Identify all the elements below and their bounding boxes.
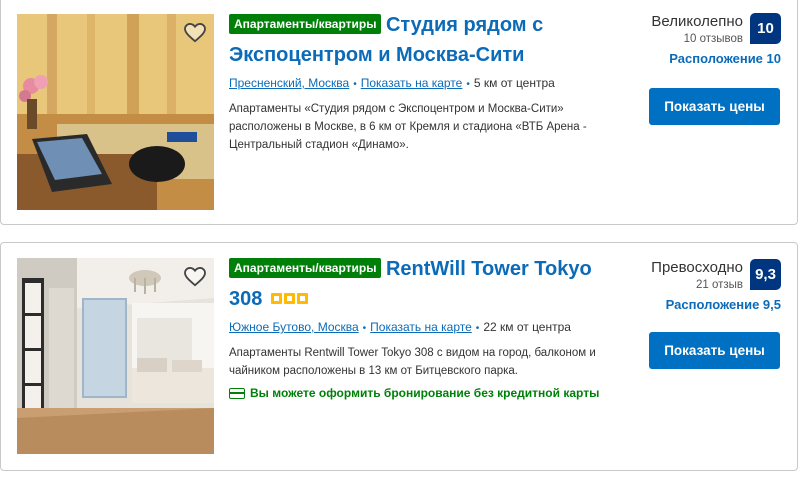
heart-icon bbox=[184, 23, 206, 43]
score-badge: 10 bbox=[750, 13, 781, 44]
separator-dot: • bbox=[466, 79, 470, 90]
show-on-map-link[interactable]: Показать на карте bbox=[361, 76, 463, 90]
listing-description: Апартаменты Rentwill Tower Tokyo 308 с в… bbox=[229, 347, 596, 377]
location-score: Расположение 9,5 bbox=[665, 297, 781, 312]
rating-word: Превосходно bbox=[651, 259, 743, 276]
star-icon bbox=[296, 293, 308, 304]
rating-text: Превосходно 21 отзыв bbox=[651, 259, 743, 293]
score-badge: 9,3 bbox=[750, 259, 781, 290]
property-type-badge: Апартаменты/квартиры bbox=[229, 258, 382, 278]
district-link[interactable]: Южное Бутово, Москва bbox=[229, 320, 359, 334]
distance-text: 22 км от центра bbox=[483, 320, 571, 334]
title-line: Апартаменты/квартиры RentWill Tower Toky… bbox=[229, 255, 619, 315]
listing-photo[interactable] bbox=[17, 258, 214, 454]
show-prices-button[interactable]: Показать цены bbox=[649, 88, 780, 125]
review-count: 21 отзыв bbox=[695, 279, 743, 291]
listing-description: Апартаменты «Студия рядом с Экспоцентром… bbox=[229, 103, 587, 151]
location-line: Пресненский, Москва • Показать на карте • 5 … bbox=[229, 76, 619, 90]
favorite-button[interactable] bbox=[182, 20, 208, 46]
star-icon bbox=[283, 293, 295, 304]
star-icon bbox=[270, 293, 282, 304]
heart-icon bbox=[184, 267, 206, 287]
distance-text: 5 км от центра bbox=[473, 76, 555, 90]
location-line: Южное Бутово, Москва • Показать на карте • 2… bbox=[229, 320, 619, 334]
separator-dot: • bbox=[362, 323, 367, 334]
review-score-row: Великолепно 10 отзывов 10 bbox=[651, 13, 781, 47]
review-score-block[interactable]: Великолепно 10 отзывов 10 Расположение 1… bbox=[651, 13, 781, 66]
no-credit-card-notice: Вы можете оформить бронирование без кред… bbox=[229, 386, 619, 400]
listing-card: Апартаменты/квартиры RentWill Tower Toky… bbox=[0, 242, 798, 471]
rating-text: Великолепно 10 отзывов bbox=[651, 13, 743, 47]
review-count: 10 отзывов bbox=[683, 33, 743, 45]
district-link[interactable]: Пресненский, Москва bbox=[229, 76, 349, 90]
listing-card: Апартаменты/квартиры Студия рядом с Эксп… bbox=[0, 0, 798, 225]
location-score: Расположение 10 bbox=[669, 51, 781, 66]
listing-info: Апартаменты/квартиры RentWill Tower Toky… bbox=[229, 255, 619, 400]
show-on-map-link[interactable]: Показать на карте bbox=[370, 320, 472, 334]
star-rating bbox=[270, 285, 310, 314]
listing-info: Апартаменты/квартиры Студия рядом с Эксп… bbox=[229, 11, 619, 154]
show-prices-button[interactable]: Показать цены bbox=[649, 332, 780, 369]
separator-dot: • bbox=[475, 323, 480, 334]
rating-word: Великолепно bbox=[651, 13, 743, 30]
separator-dot: • bbox=[353, 79, 357, 90]
favorite-button[interactable] bbox=[182, 264, 208, 290]
credit-card-icon bbox=[229, 387, 245, 399]
title-line: Апартаменты/квартиры Студия рядом с Эксп… bbox=[229, 11, 619, 71]
listing-photo[interactable] bbox=[17, 14, 214, 210]
property-type-badge: Апартаменты/квартиры bbox=[229, 14, 382, 34]
review-score-block[interactable]: Превосходно 21 отзыв 9,3 Расположение 9,… bbox=[651, 259, 781, 312]
no-credit-card-text: Вы можете оформить бронирование без кред… bbox=[250, 386, 600, 400]
review-score-row: Превосходно 21 отзыв 9,3 bbox=[651, 259, 781, 293]
